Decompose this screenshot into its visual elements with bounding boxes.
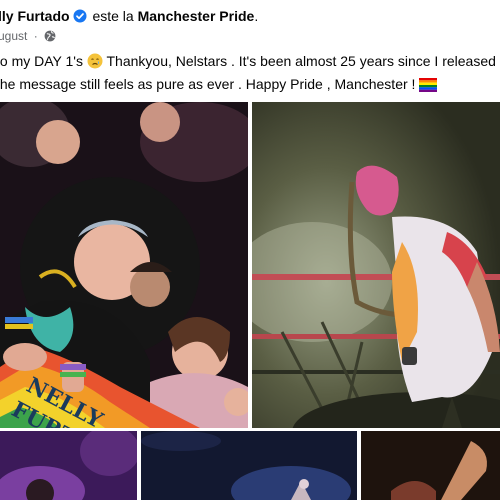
post-caption: to my DAY 1's Thankyou, Nelstars . It's … <box>0 51 500 97</box>
caption-text-2: the message still feels as pure as ever … <box>0 76 416 92</box>
connector-text: este la <box>92 8 134 24</box>
photo-bottom-right[interactable] <box>361 431 500 500</box>
photo-bottom-middle[interactable] <box>141 431 357 500</box>
post-header: lly Furtado este la Manchester Pride. ug… <box>0 0 500 52</box>
crying-face-emoji <box>87 53 103 74</box>
photo-fans-flag[interactable]: NELLY FURTADO <box>0 102 248 428</box>
post-date[interactable]: ugust <box>0 29 27 43</box>
caption-text-1b: Thankyou, Nelstars . It's been almost 25… <box>106 53 500 69</box>
place-name[interactable]: Manchester Pride <box>138 8 255 24</box>
caption-line-2: the message still feels as pure as ever … <box>0 74 500 97</box>
caption-text-1a: to my DAY 1's <box>0 53 83 69</box>
meta-separator: · <box>33 29 38 43</box>
photo-bottom-left[interactable] <box>0 431 137 500</box>
caption-line-1: to my DAY 1's Thankyou, Nelstars . It's … <box>0 51 500 74</box>
photo-performer[interactable] <box>252 102 500 428</box>
place-suffix: . <box>254 8 259 24</box>
post-meta: ugust · <box>0 29 56 45</box>
globe-icon[interactable] <box>44 30 56 45</box>
verified-badge-icon <box>73 9 87 26</box>
author-line: lly Furtado este la Manchester Pride. <box>0 8 258 26</box>
rainbow-flag-emoji <box>419 77 438 97</box>
author-name[interactable]: lly Furtado <box>0 8 70 24</box>
